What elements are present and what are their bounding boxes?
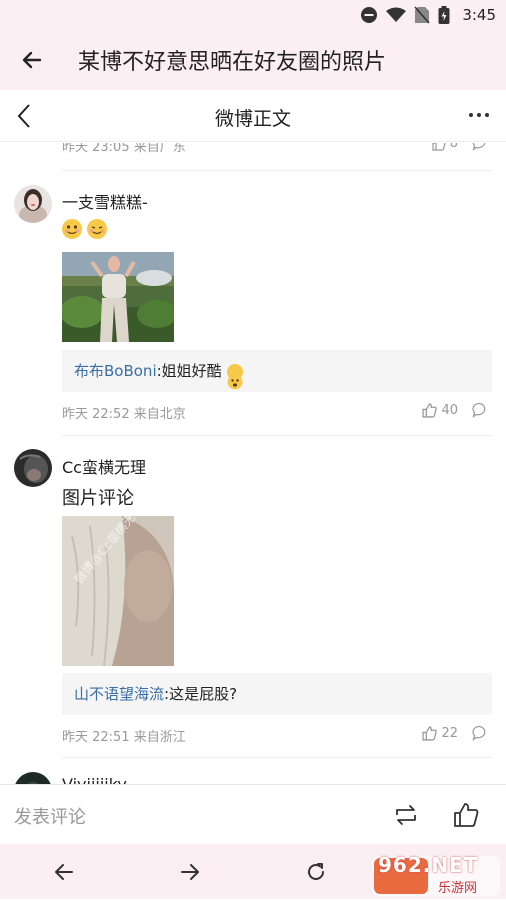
avatar[interactable] [14, 449, 52, 487]
emoji-icon [227, 363, 244, 389]
avatar[interactable] [14, 772, 52, 784]
divider [62, 435, 492, 436]
app-bar: 某博不好意思晒在好友圈的照片 [0, 30, 506, 90]
do-not-disturb-icon [361, 7, 378, 23]
browser-back-button[interactable] [50, 858, 78, 886]
comment-time: 昨天 22:52 来自北京 [62, 407, 186, 422]
like-count-button[interactable]: 40 [422, 403, 458, 418]
arrow-right-icon [181, 864, 199, 880]
comment-meta: 昨天 22:52 来自北京 40 [62, 402, 492, 423]
comment-time: 昨天 22:51 来自浙江 [62, 730, 186, 745]
thumb-up-icon [422, 726, 438, 741]
thumb-up-icon[interactable] [452, 801, 480, 829]
comment-text: 图片评论 [62, 488, 134, 509]
divider [62, 170, 492, 171]
emoji-icon [87, 218, 108, 239]
sub-reply[interactable]: 山不语望海流:这是屁股? [62, 673, 492, 715]
reply-username[interactable]: 山不语望海流 [74, 685, 164, 703]
thumb-up-icon [432, 143, 446, 151]
more-dots-icon [469, 113, 489, 117]
site-watermark: 962.NET 乐游网 [372, 852, 500, 896]
app-title: 某博不好意思晒在好友圈的照片 [78, 50, 387, 75]
avatar[interactable] [14, 185, 52, 223]
like-count: 22 [441, 726, 458, 741]
thumb-up-icon [422, 403, 438, 418]
comment-username[interactable]: 一支雪糕糕- [62, 189, 148, 213]
reply-icon[interactable] [472, 402, 488, 418]
status-bar: 3:45 [0, 0, 506, 30]
comment-input[interactable]: 发表评论 [14, 803, 86, 829]
avatar-image [14, 772, 52, 784]
status-icons: 3:45 [360, 5, 496, 25]
browser-refresh-button[interactable] [302, 858, 330, 886]
emoji-icon [62, 218, 82, 239]
comment-feed[interactable]: 昨天 23:05 来自广东 8 一支雪糕糕- 布布BoBoni:姐姐好酷 昨天 … [0, 143, 506, 784]
sub-reply[interactable]: 布布BoBoni:姐姐好酷 [62, 350, 492, 392]
avatar-image [14, 185, 52, 223]
reply-icon[interactable] [472, 725, 488, 741]
comment-image[interactable]: 微博@Cc蛮横无理 [62, 516, 174, 666]
avatar-image [14, 449, 52, 487]
reply-text: :姐姐好酷 [156, 362, 222, 380]
comment-username[interactable]: Cc蛮横无理 [62, 454, 146, 478]
arrow-left-icon [55, 864, 73, 880]
browser-forward-button[interactable] [176, 858, 204, 886]
no-sim-icon [414, 6, 430, 24]
comment-meta: 昨天 22:51 来自浙江 22 [62, 725, 492, 746]
comment-image[interactable] [62, 252, 174, 342]
wifi-icon [386, 7, 407, 22]
status-time: 3:45 [462, 6, 496, 24]
watermark-title: 962.NET [378, 853, 479, 877]
refresh-icon [308, 863, 324, 880]
watermark-subtitle: 乐游网 [438, 881, 478, 896]
comment-username[interactable]: Vivijjjjky [62, 775, 127, 784]
reply-icon[interactable] [472, 143, 488, 151]
photo-image [62, 252, 174, 342]
comment-time: 昨天 23:05 来自广东 [62, 143, 186, 155]
back-button[interactable] [0, 30, 64, 90]
like-count: 40 [441, 403, 458, 418]
reply-username[interactable]: 布布BoBoni [74, 362, 157, 380]
divider [62, 757, 492, 758]
comment-meta-partial: 昨天 23:05 来自广东 8 [62, 143, 492, 156]
page-title: 微博正文 [214, 108, 291, 130]
repost-icon[interactable] [392, 801, 420, 829]
battery-icon [438, 6, 450, 24]
web-nav-bar: 微博正文 [0, 90, 506, 142]
comment-bar: 发表评论 [0, 784, 506, 844]
reply-text: :这是屁股? [164, 685, 238, 703]
like-count-button[interactable]: 22 [422, 726, 458, 741]
arrow-left-icon [22, 51, 42, 69]
like-count: 8 [449, 143, 458, 151]
like-count-button[interactable]: 8 [432, 143, 458, 151]
emoji-row [62, 218, 108, 240]
more-button[interactable] [464, 100, 494, 130]
